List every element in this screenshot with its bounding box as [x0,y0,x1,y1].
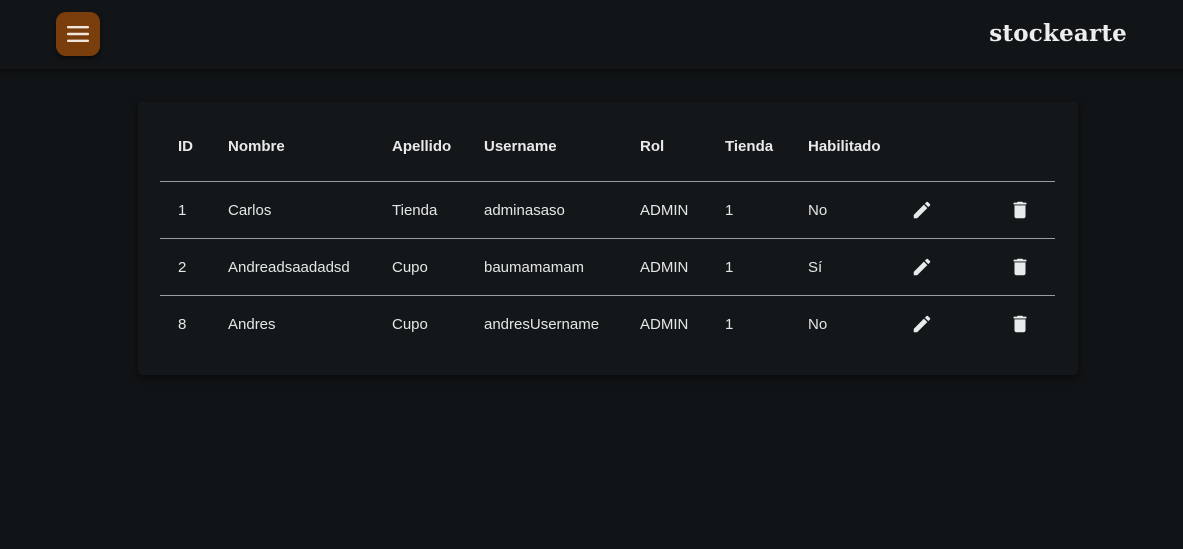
cell-tienda: 1 [725,315,734,333]
cell-edit [908,238,1006,296]
cell-rol: ADMIN [622,238,707,296]
table-header-row: ID Nombre Apellido Username Rol Tienda H… [160,112,1055,182]
column-header-id: ID [160,112,210,182]
cell-rol: ADMIN [622,181,707,239]
cell-username: adminasaso [466,181,622,239]
menu-button[interactable] [56,12,100,56]
trash-icon [1013,315,1027,332]
cell-rol: ADMIN [640,315,689,333]
cell-id: 8 [178,315,187,333]
cell-tienda: 1 [707,238,790,296]
column-header-edit [908,112,1006,182]
cell-delete [1006,238,1055,296]
users-table-card: ID Nombre Apellido Username Rol Tienda H… [138,102,1078,375]
column-header-apellido: Apellido [374,112,466,182]
column-header-rol: Rol [622,112,707,182]
cell-delete [1006,296,1055,353]
top-app-bar: stockearte [0,0,1183,69]
column-header-nombre: Nombre [210,112,374,182]
cell-id: 2 [160,238,210,296]
cell-username: baumamamam [466,238,622,296]
column-header-habilitado: Habilitado [790,112,908,182]
edit-icon [913,201,931,218]
cell-nombre: Andreadsaadadsd [210,238,374,296]
cell-nombre: Carlos [210,181,374,239]
cell-id: 1 [160,181,210,239]
cell-habilitado: Sí [790,238,908,296]
cell-nombre: Andres [228,315,276,333]
cell-delete [1006,181,1055,239]
edit-icon [913,315,931,332]
edit-icon [913,258,931,275]
cell-habilitado: No [790,181,908,239]
column-header-tienda: Tienda [707,112,790,182]
cell-edit [908,181,1006,239]
brand-title: stockearte [989,20,1127,47]
cell-edit [908,296,1006,353]
edit-button[interactable] [908,196,936,224]
column-header-delete [1006,112,1055,182]
edit-button[interactable] [908,253,936,281]
table-row: 2 Andreadsaadadsd Cupo baumamamam ADMIN … [160,238,1055,296]
table-row: 8 Andres Cupo andresUsername ADMIN 1 No [160,296,1055,353]
cell-habilitado: No [808,315,828,333]
trash-icon [1013,201,1027,218]
cell-apellido: Cupo [374,238,466,296]
cell-tienda: 1 [707,181,790,239]
cell-apellido: Tienda [374,181,466,239]
delete-button[interactable] [1006,310,1034,338]
table-row: 1 Carlos Tienda adminasaso ADMIN 1 No [160,181,1055,239]
menu-icon [67,26,89,42]
cell-apellido: Cupo [392,315,428,333]
delete-button[interactable] [1006,253,1034,281]
delete-button[interactable] [1006,196,1034,224]
users-table: ID Nombre Apellido Username Rol Tienda H… [160,112,1055,352]
column-header-username: Username [466,112,622,182]
trash-icon [1013,258,1027,275]
edit-button[interactable] [908,310,936,338]
cell-username: andresUsername [484,315,600,333]
